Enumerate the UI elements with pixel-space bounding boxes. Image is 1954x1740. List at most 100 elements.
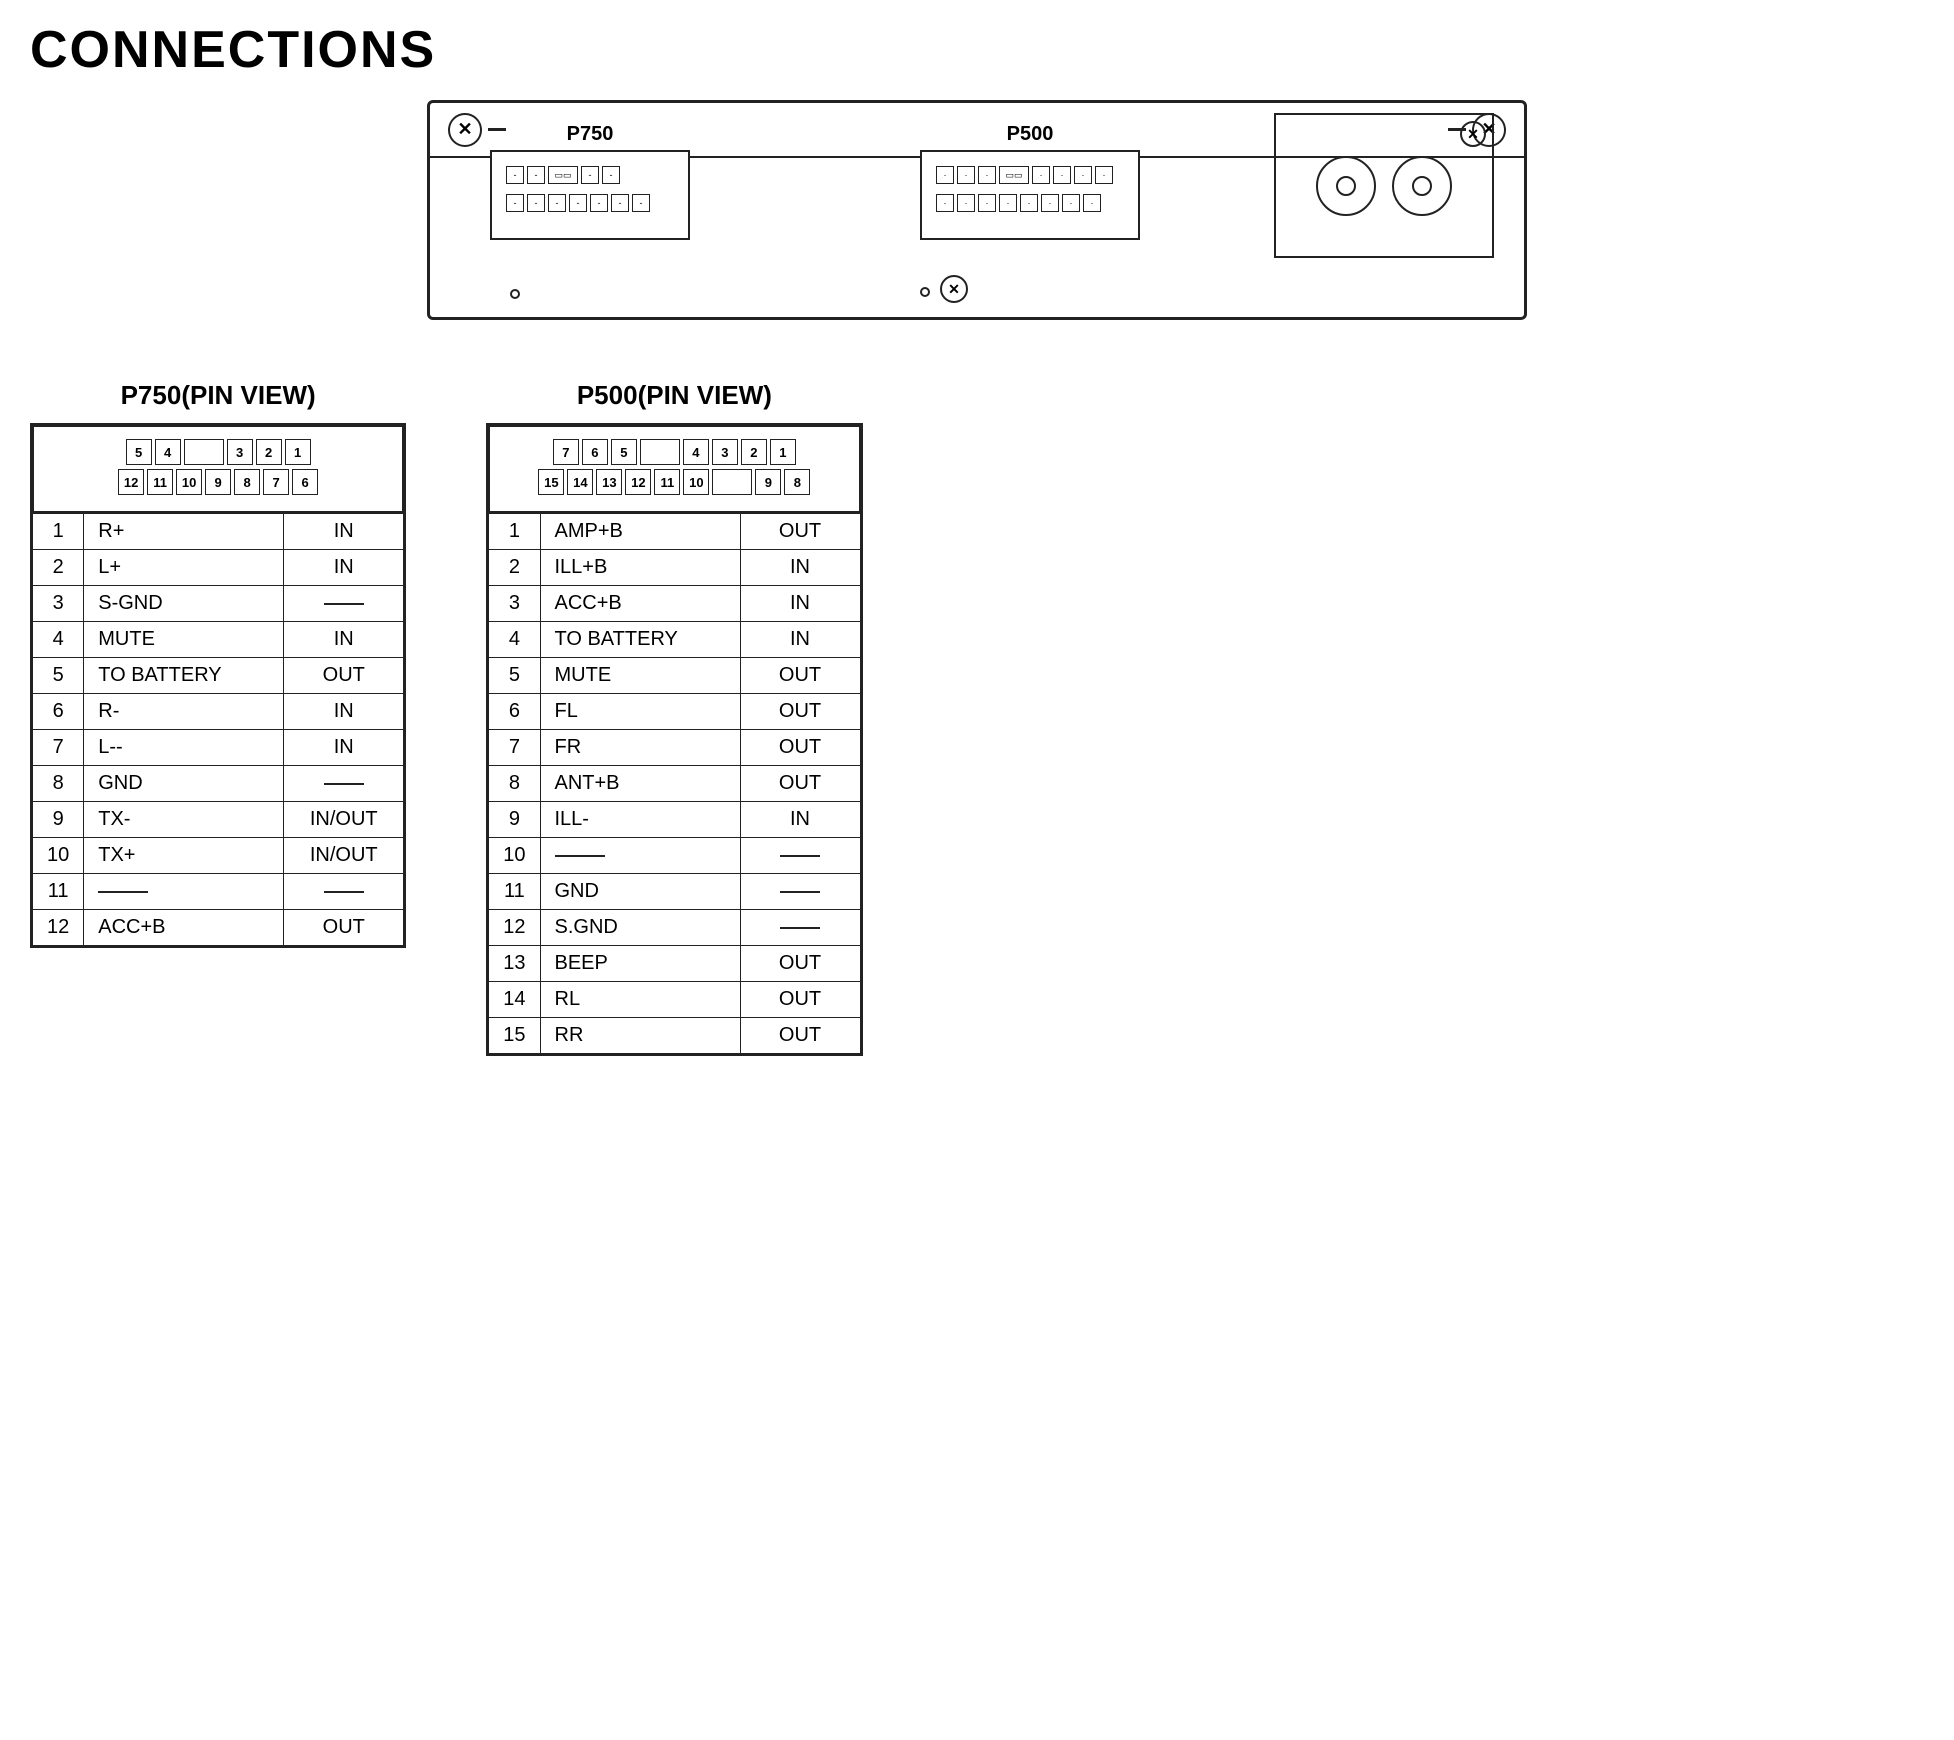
pin-name: [540, 838, 740, 874]
pin-box: ·: [1095, 166, 1113, 184]
pv-pin: 10: [176, 469, 202, 495]
left-x-circle: ✕: [448, 113, 482, 147]
pin-box: ·: [1053, 166, 1071, 184]
pv-pin: 15: [538, 469, 564, 495]
pin-box: ·: [936, 194, 954, 212]
pin-number: 9: [489, 802, 540, 838]
pin-number: 14: [489, 982, 540, 1018]
pin-number: 6: [489, 694, 540, 730]
pin-number: 12: [489, 910, 540, 946]
pin-name: GND: [84, 766, 284, 802]
pin-number: 15: [489, 1018, 540, 1054]
pin-number: 4: [489, 622, 540, 658]
table-row: 14RLOUT: [489, 982, 860, 1018]
tables-section: P750(PIN VIEW) 5 4 3 2 1 12 11 10 9: [30, 380, 1924, 1056]
table-row: 2L+IN: [33, 550, 404, 586]
pin-direction: OUT: [740, 694, 860, 730]
pin-direction: OUT: [284, 658, 404, 694]
pin-name: FR: [540, 730, 740, 766]
pin-direction: IN/OUT: [284, 802, 404, 838]
pv-pin: 6: [582, 439, 608, 465]
p500-pin-view-title: P500(PIN VIEW): [486, 380, 862, 411]
pin-name: MUTE: [540, 658, 740, 694]
pin-number: 8: [33, 766, 84, 802]
pin-box: -: [632, 194, 650, 212]
circle-component-2: [1392, 156, 1452, 216]
table-row: 11GND: [489, 874, 860, 910]
pin-direction: OUT: [740, 730, 860, 766]
pv-pin: 2: [741, 439, 767, 465]
pin-number: 5: [33, 658, 84, 694]
table-row: 11: [33, 874, 404, 910]
pv-pin: 14: [567, 469, 593, 495]
table-row: 12ACC+BOUT: [33, 910, 404, 946]
table-row: 13BEEPOUT: [489, 946, 860, 982]
pin-direction: IN: [284, 550, 404, 586]
pin-box: ·: [978, 166, 996, 184]
pin-box: -: [527, 194, 545, 212]
pin-name: GND: [540, 874, 740, 910]
pin-number: 2: [489, 550, 540, 586]
pv-pin: 6: [292, 469, 318, 495]
p500-diagram-label: P500: [920, 123, 1140, 146]
pin-direction: OUT: [740, 658, 860, 694]
page-title: CONNECTIONS: [30, 20, 1924, 80]
pv-pin: 7: [553, 439, 579, 465]
pin-number: 10: [489, 838, 540, 874]
pin-name: ACC+B: [84, 910, 284, 946]
pin-name: BEEP: [540, 946, 740, 982]
pv-pin: 4: [155, 439, 181, 465]
circle-component-1: [1316, 156, 1376, 216]
table-row: 10TX+IN/OUT: [33, 838, 404, 874]
pin-number: 1: [489, 514, 540, 550]
pv-pin: 9: [755, 469, 781, 495]
p750-pin-view-title: P750(PIN VIEW): [30, 380, 406, 411]
table-row: 4MUTEIN: [33, 622, 404, 658]
pin-number: 12: [33, 910, 84, 946]
pv-pin: 13: [596, 469, 622, 495]
p500-table-section: P500(PIN VIEW) 7 6 5 4 3 2 1 15 14: [486, 380, 862, 1056]
p750-bottom-row: 12 11 10 9 8 7 6: [50, 469, 386, 495]
pin-box: ·: [1032, 166, 1050, 184]
pin-box: ·: [1083, 194, 1101, 212]
pin-direction: IN: [740, 550, 860, 586]
p500-connector-diagram: P500 · · · ▭▭ · · · · · · · ·: [920, 123, 1140, 240]
table-row: 1R+IN: [33, 514, 404, 550]
pin-box: -: [569, 194, 587, 212]
p750-connector-body: - - ▭▭ - - - - - - - - -: [490, 150, 690, 240]
pin-name: TX+: [84, 838, 284, 874]
p750-table-section: P750(PIN VIEW) 5 4 3 2 1 12 11 10 9: [30, 380, 406, 948]
p500-bottom-row: 15 14 13 12 11 10 9 8: [506, 469, 842, 495]
pv-pin: 9: [205, 469, 231, 495]
table-row: 7FROUT: [489, 730, 860, 766]
p750-top-row: 5 4 3 2 1: [50, 439, 386, 465]
p750-table-wrapper: 5 4 3 2 1 12 11 10 9 8 7 6: [30, 423, 406, 948]
pin-number: 7: [489, 730, 540, 766]
pin-direction: IN/OUT: [284, 838, 404, 874]
pin-direction: IN: [284, 514, 404, 550]
pv-pin: 4: [683, 439, 709, 465]
table-row: 12S.GND: [489, 910, 860, 946]
pin-name: L+: [84, 550, 284, 586]
right-component-x: ✕: [1460, 121, 1486, 147]
pin-box: -: [527, 166, 545, 184]
pin-direction: OUT: [740, 514, 860, 550]
pin-box: -: [548, 194, 566, 212]
pin-name: ILL+B: [540, 550, 740, 586]
table-row: 6R-IN: [33, 694, 404, 730]
pin-direction: [740, 910, 860, 946]
p750-connector-diagram: P750 - - ▭▭ - - - - - - - - -: [490, 123, 690, 240]
pv-pin: 5: [126, 439, 152, 465]
pin-box: -: [611, 194, 629, 212]
pin-box: ·: [1041, 194, 1059, 212]
pv-gap: [640, 439, 680, 465]
p500-top-row: 7 6 5 4 3 2 1: [506, 439, 842, 465]
pv-pin: 1: [770, 439, 796, 465]
pin-name: TO BATTERY: [540, 622, 740, 658]
pin-box: ·: [957, 166, 975, 184]
table-row: 4TO BATTERYIN: [489, 622, 860, 658]
pv-pin: 3: [712, 439, 738, 465]
pin-number: 1: [33, 514, 84, 550]
pin-direction: OUT: [284, 910, 404, 946]
pin-box: -: [506, 194, 524, 212]
